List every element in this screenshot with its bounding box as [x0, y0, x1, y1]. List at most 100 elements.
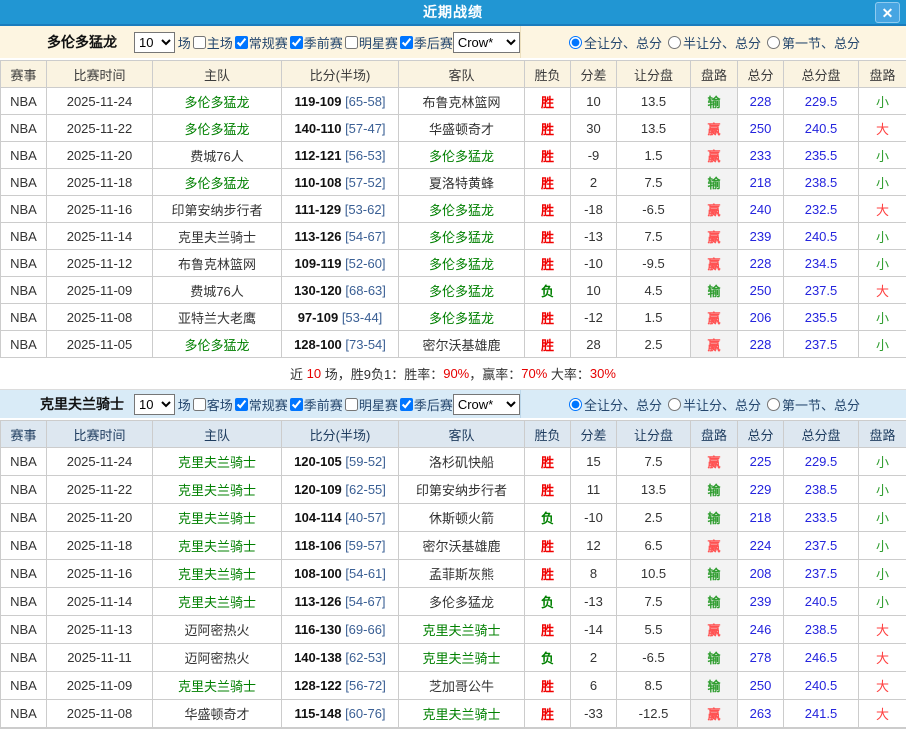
filter-checkbox[interactable]: 季前赛: [288, 395, 343, 414]
handicap-line-cell: 13.5: [617, 115, 691, 142]
radio-input[interactable]: [767, 36, 780, 49]
league-cell: NBA: [1, 560, 47, 588]
game-row: NBA2025-11-05多伦多猛龙128-100 [73-54]密尔沃基雄鹿胜…: [1, 331, 906, 358]
odds-type-radio[interactable]: 全让分、总分: [567, 395, 662, 414]
odds-type-radio[interactable]: 半让分、总分: [666, 395, 761, 414]
home-team-cell: 克里夫兰骑士: [153, 476, 282, 504]
league-cell: NBA: [1, 588, 47, 616]
column-header: 客队: [399, 61, 525, 88]
score-cell: 120-105 [59-52]: [282, 448, 399, 476]
away-team-cell: 华盛顿奇才: [399, 115, 525, 142]
total-line-cell: 238.5: [784, 476, 859, 504]
column-header: 总分: [738, 421, 784, 448]
game-row: NBA2025-11-08亚特兰大老鹰97-109 [53-44]多伦多猛龙胜-…: [1, 304, 906, 331]
league-cell: NBA: [1, 304, 47, 331]
win-loss-cell: 胜: [525, 115, 571, 142]
win-loss-cell: 胜: [525, 196, 571, 223]
halftime-score: [53-44]: [342, 310, 382, 325]
home-team-cell: 费城76人: [153, 277, 282, 304]
over-under-cell: 大: [859, 196, 906, 223]
handicap-line-cell: 10.5: [617, 560, 691, 588]
filter-checkbox[interactable]: 明星赛: [343, 33, 398, 52]
checkbox-input[interactable]: [235, 398, 248, 411]
games-count-select[interactable]: 10: [134, 32, 175, 53]
column-header: 盘路: [859, 61, 906, 88]
halftime-score: [53-62]: [345, 202, 385, 217]
total-line-cell: 229.5: [784, 448, 859, 476]
odds-type-radio[interactable]: 全让分、总分: [567, 33, 662, 52]
filter-checkbox[interactable]: 客场: [191, 395, 233, 414]
filter-checkbox[interactable]: 常规赛: [233, 395, 288, 414]
point-diff-cell: -14: [571, 616, 617, 644]
game-row: NBA2025-11-24多伦多猛龙119-109 [65-58]布鲁克林篮网胜…: [1, 88, 906, 115]
games-count-select[interactable]: 10: [134, 394, 175, 415]
radio-input[interactable]: [767, 398, 780, 411]
checkbox-label: 季前赛: [304, 395, 343, 414]
bookmaker-select[interactable]: Crow*: [453, 394, 520, 415]
final-score: 128-100: [294, 337, 342, 352]
radio-input[interactable]: [668, 36, 681, 49]
handicap-line-cell: 1.5: [617, 142, 691, 169]
odds-type-radio-group: 全让分、总分半让分、总分第一节、总分: [520, 390, 906, 418]
bookmaker-select[interactable]: Crow*: [453, 32, 520, 53]
filter-checkbox[interactable]: 季后赛: [398, 395, 453, 414]
win-loss-cell: 胜: [525, 448, 571, 476]
total-line-cell: 238.5: [784, 616, 859, 644]
checkbox-input[interactable]: [290, 36, 303, 49]
home-team-cell: 克里夫兰骑士: [153, 448, 282, 476]
odds-type-radio[interactable]: 半让分、总分: [666, 33, 761, 52]
column-header: 总分盘: [784, 421, 859, 448]
odds-type-radio[interactable]: 第一节、总分: [765, 395, 860, 414]
column-header: 让分盘: [617, 421, 691, 448]
game-row: NBA2025-11-09费城76人130-120 [68-63]多伦多猛龙负1…: [1, 277, 906, 304]
final-score: 128-122: [294, 678, 342, 693]
radio-input[interactable]: [668, 398, 681, 411]
handicap-result-cell: 输: [691, 277, 738, 304]
point-diff-cell: -33: [571, 700, 617, 728]
point-diff-cell: -10: [571, 504, 617, 532]
checkbox-input[interactable]: [345, 398, 358, 411]
total-points-cell: 228: [738, 331, 784, 358]
close-button[interactable]: ✕: [875, 2, 900, 23]
league-cell: NBA: [1, 88, 47, 115]
checkbox-input[interactable]: [345, 36, 358, 49]
filter-checkbox[interactable]: 常规赛: [233, 33, 288, 52]
odds-type-radio[interactable]: 第一节、总分: [765, 33, 860, 52]
date-cell: 2025-11-08: [47, 304, 153, 331]
radio-input[interactable]: [569, 398, 582, 411]
filter-checkbox[interactable]: 季后赛: [398, 33, 453, 52]
score-cell: 116-130 [69-66]: [282, 616, 399, 644]
final-score: 111-129: [295, 202, 341, 217]
checkbox-input[interactable]: [290, 398, 303, 411]
column-header: 盘路: [859, 421, 906, 448]
away-team-cell: 夏洛特黄蜂: [399, 169, 525, 196]
total-line-cell: 237.5: [784, 331, 859, 358]
checkbox-input[interactable]: [235, 36, 248, 49]
games-unit-label: 场: [178, 33, 191, 52]
filter-checkbox[interactable]: 主场: [191, 33, 233, 52]
total-line-cell: 237.5: [784, 277, 859, 304]
filter-checkbox[interactable]: 明星赛: [343, 395, 398, 414]
filter-checkbox[interactable]: 季前赛: [288, 33, 343, 52]
league-cell: NBA: [1, 277, 47, 304]
checkbox-input[interactable]: [400, 36, 413, 49]
league-cell: NBA: [1, 616, 47, 644]
league-cell: NBA: [1, 331, 47, 358]
handicap-line-cell: 7.5: [617, 588, 691, 616]
league-cell: NBA: [1, 672, 47, 700]
checkbox-input[interactable]: [193, 36, 206, 49]
checkbox-input[interactable]: [193, 398, 206, 411]
over-under-cell: 大: [859, 672, 906, 700]
handicap-line-cell: -9.5: [617, 250, 691, 277]
game-row: NBA2025-11-18多伦多猛龙110-108 [57-52]夏洛特黄蜂胜2…: [1, 169, 906, 196]
handicap-result-cell: 赢: [691, 142, 738, 169]
column-header: 总分: [738, 61, 784, 88]
home-team-cell: 华盛顿奇才: [153, 700, 282, 728]
checkbox-input[interactable]: [400, 398, 413, 411]
handicap-line-cell: 1.5: [617, 304, 691, 331]
radio-input[interactable]: [569, 36, 582, 49]
final-score: 115-148: [294, 706, 341, 721]
column-header: 让分盘: [617, 61, 691, 88]
column-header: 比分(半场): [282, 61, 399, 88]
score-cell: 110-108 [57-52]: [282, 169, 399, 196]
